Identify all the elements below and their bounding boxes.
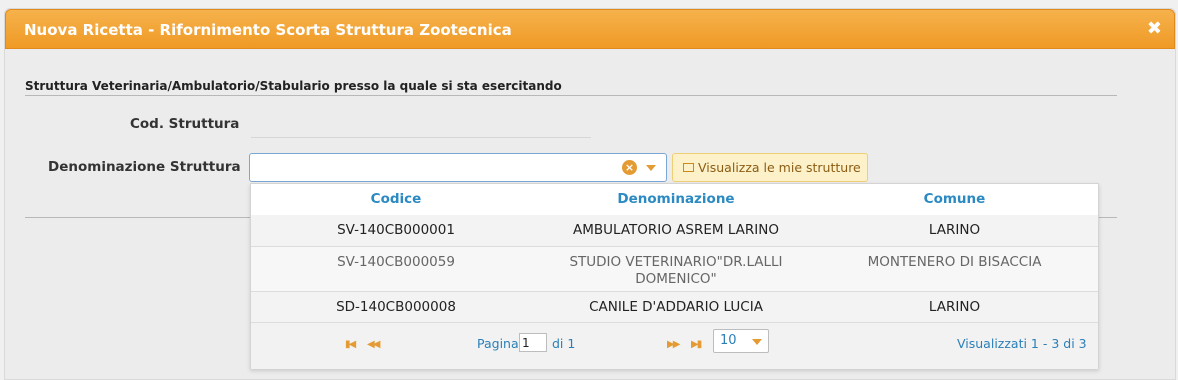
cell-codice: SV-140CB000059 xyxy=(337,254,455,270)
close-icon[interactable]: ✖ xyxy=(1147,18,1162,39)
table-row[interactable]: SV-140CB000001 AMBULATORIO ASREM LARINO … xyxy=(251,215,1098,247)
pager: ▮◀ ◀◀ Pagina 1 di 1 ▶▶ ▶▮ 10 Visualizzat… xyxy=(251,322,1098,369)
cell-codice: SV-140CB000001 xyxy=(337,222,455,238)
page-size-value: 10 xyxy=(720,333,737,348)
structures-dropdown-grid: Codice Denominazione Comune SV-140CB0000… xyxy=(250,183,1099,369)
denominazione-struttura-label: Denominazione Struttura xyxy=(48,159,241,175)
column-header-denominazione[interactable]: Denominazione xyxy=(541,191,811,207)
column-header-codice[interactable]: Codice xyxy=(251,191,541,207)
view-my-structures-button[interactable]: Visualizza le mie strutture xyxy=(672,153,868,182)
cod-struttura-value xyxy=(251,137,591,138)
dialog: Nuova Ricetta - Rifornimento Scorta Stru… xyxy=(4,8,1176,380)
page-input[interactable]: 1 xyxy=(519,333,547,352)
cell-denominazione: AMBULATORIO ASREM LARINO xyxy=(572,222,779,238)
cell-denominazione-line2: DOMENICO" xyxy=(635,271,717,287)
dialog-titlebar: Nuova Ricetta - Rifornimento Scorta Stru… xyxy=(5,9,1175,49)
cell-denominazione: CANILE D'ADDARIO LUCIA xyxy=(589,299,763,315)
table-row[interactable]: SD-140CB000008 CANILE D'ADDARIO LUCIA LA… xyxy=(251,292,1098,323)
cell-comune: LARINO xyxy=(928,222,981,238)
last-page-icon[interactable]: ▶▮ xyxy=(691,339,702,350)
chevron-down-icon[interactable] xyxy=(646,165,656,171)
cell-codice: SD-140CB000008 xyxy=(336,299,456,315)
chevron-down-icon xyxy=(752,339,762,345)
first-page-icon[interactable]: ▮◀ xyxy=(345,339,356,350)
page-size-select[interactable]: 10 xyxy=(713,329,769,353)
cod-struttura-label: Cod. Struttura xyxy=(130,116,240,132)
records-status: Visualizzati 1 - 3 di 3 xyxy=(957,336,1087,351)
next-page-icon[interactable]: ▶▶ xyxy=(667,339,680,350)
denominazione-combobox[interactable]: × xyxy=(249,153,667,182)
table-row[interactable]: SV-140CB000059 STUDIO VETERINARIO"DR.LAL… xyxy=(251,247,1098,292)
page-count: di 1 xyxy=(552,336,576,351)
prev-page-icon[interactable]: ◀◀ xyxy=(367,339,380,350)
cell-comune: LARINO xyxy=(928,299,981,315)
clear-icon[interactable]: × xyxy=(622,160,637,175)
window-icon xyxy=(683,163,694,172)
grid-header: Codice Denominazione Comune xyxy=(251,184,1098,216)
cell-denominazione-line1: STUDIO VETERINARIO"DR.LALLI xyxy=(569,254,783,270)
section-title: Struttura Veterinaria/Ambulatorio/Stabul… xyxy=(25,79,1117,96)
view-my-structures-label: Visualizza le mie strutture xyxy=(698,160,861,175)
page-label: Pagina xyxy=(477,336,519,351)
column-header-comune[interactable]: Comune xyxy=(811,191,1098,207)
dialog-title: Nuova Ricetta - Rifornimento Scorta Stru… xyxy=(24,21,512,39)
cell-comune: MONTENERO DI BISACCIA xyxy=(867,254,1042,270)
